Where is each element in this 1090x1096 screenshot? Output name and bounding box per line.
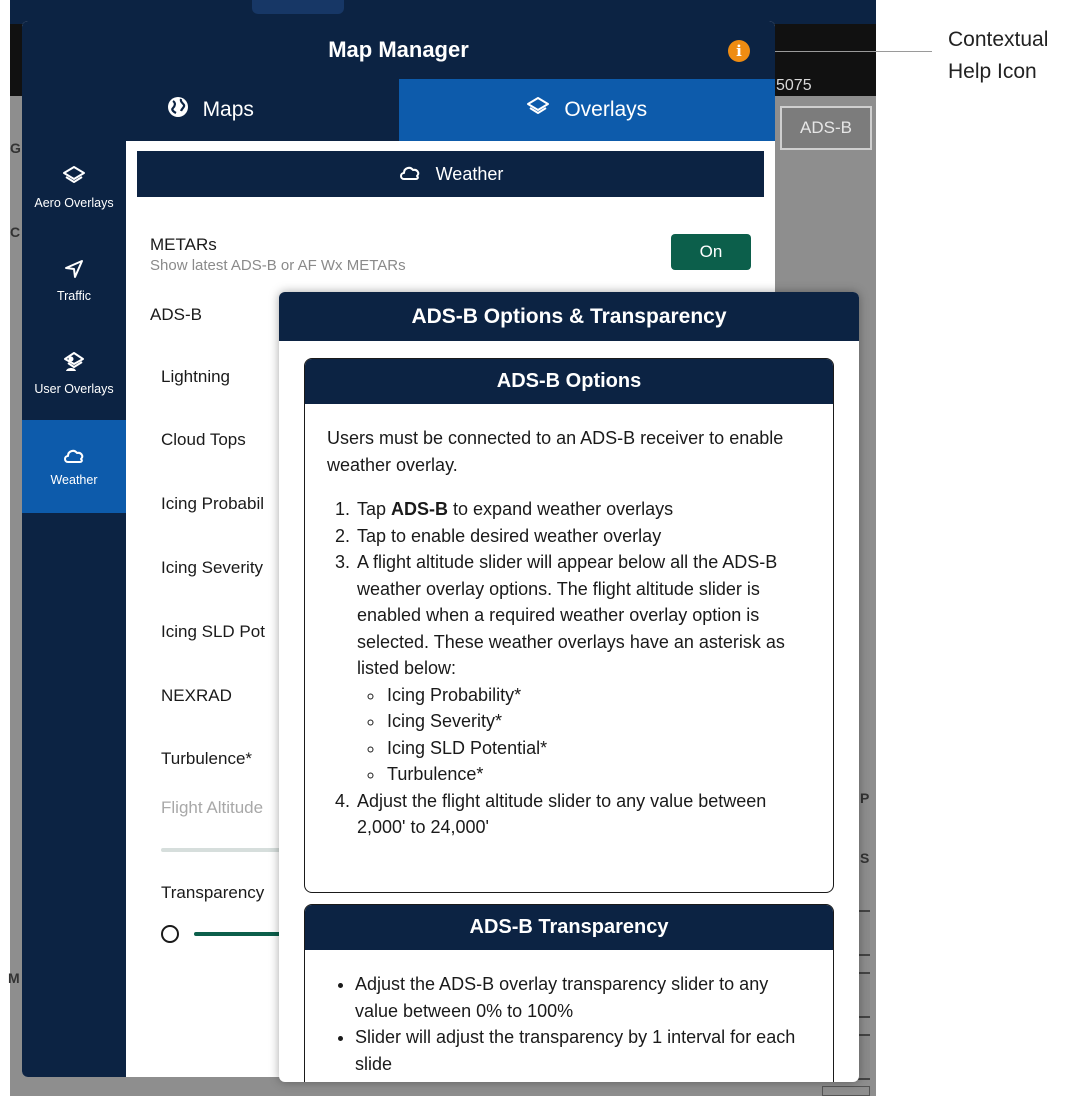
overlay-icing-sld[interactable]: Icing SLD Pot xyxy=(161,622,265,642)
tab-maps-label: Maps xyxy=(202,98,254,121)
navigation-arrow-icon xyxy=(63,258,85,283)
sidebar-item-label: User Overlays xyxy=(34,382,114,396)
flight-altitude-label: Flight Altitude xyxy=(161,798,264,817)
callout-leader-line xyxy=(758,51,932,52)
sidebar-item-label: Traffic xyxy=(56,289,92,303)
step-item: Tap to enable desired weather overlay xyxy=(355,523,813,550)
transparency-bullets: Adjust the ADS-B overlay transparency sl… xyxy=(355,971,813,1077)
adsb-transparency-body: Adjust the ADS-B overlay transparency sl… xyxy=(305,950,833,1077)
overlay-turbulence[interactable]: Turbulence* xyxy=(161,749,252,769)
asterisk-overlay-list: Icing Probability* Icing Severity* Icing… xyxy=(385,682,813,788)
layers-icon xyxy=(62,165,86,190)
cloud-icon xyxy=(398,163,422,186)
map-bottom-box xyxy=(822,1086,870,1096)
step-item: Adjust the flight altitude slider to any… xyxy=(355,788,813,841)
sidebar-item-label: Aero Overlays xyxy=(34,196,114,210)
sidebar-item-traffic[interactable]: Traffic xyxy=(22,234,126,327)
metars-toggle[interactable]: On xyxy=(671,234,751,270)
tab-maps[interactable]: Maps xyxy=(22,79,399,141)
screenshot-stage: 5075 ADS-B G C M P S Contextual Help Ico… xyxy=(0,0,1090,1096)
map-manager-sidebar: Aero Overlays Traffic User Overlays Weat… xyxy=(22,141,126,1077)
list-item: Turbulence* xyxy=(385,761,813,788)
help-dialog-title: ADS-B Options & Transparency xyxy=(279,292,859,341)
adsb-transparency-title: ADS-B Transparency xyxy=(305,905,833,950)
map-manager-title: Map Manager xyxy=(328,37,469,62)
map-edge-glyph: M xyxy=(8,970,20,986)
map-edge-glyph: S xyxy=(860,850,870,866)
adsb-options-title: ADS-B Options xyxy=(305,359,833,404)
tab-overlays[interactable]: Overlays xyxy=(398,79,775,141)
sidebar-item-label: Weather xyxy=(50,473,98,487)
metars-title: METARs xyxy=(150,235,217,254)
overlay-cloud-tops[interactable]: Cloud Tops xyxy=(161,430,246,450)
callout-label: Contextual Help Icon xyxy=(948,24,1088,88)
tab-overlays-label: Overlays xyxy=(564,98,648,121)
map-manager-tabs: Maps Overlays xyxy=(22,79,775,141)
adsb-options-intro: Users must be connected to an ADS-B rece… xyxy=(327,428,784,475)
cloud-icon xyxy=(62,446,86,467)
layers-icon xyxy=(526,96,550,124)
list-item: Icing Severity* xyxy=(385,708,813,735)
map-adsb-button[interactable]: ADS-B xyxy=(780,106,872,150)
altitude-readout: 5075 xyxy=(776,77,812,94)
map-top-tab[interactable] xyxy=(252,0,344,14)
overlay-icing-severity[interactable]: Icing Severity xyxy=(161,558,263,578)
sidebar-item-user-overlays[interactable]: User Overlays xyxy=(22,327,126,420)
map-edge-glyph: P xyxy=(860,790,870,806)
callout-label-line2: Help Icon xyxy=(948,60,1037,83)
adsb-transparency-card: ADS-B Transparency Adjust the ADS-B over… xyxy=(304,904,834,1082)
transparency-slider-thumb[interactable] xyxy=(161,925,179,943)
list-item: Icing SLD Potential* xyxy=(385,735,813,762)
map-edge-glyph: G xyxy=(10,140,21,156)
weather-section-header: Weather xyxy=(137,151,764,197)
list-item: Icing Probability* xyxy=(385,682,813,709)
list-item: Slider will adjust the transparency by 1… xyxy=(355,1024,813,1077)
step-item: Tap ADS-B to expand weather overlays xyxy=(355,496,813,523)
overlay-lightning[interactable]: Lightning xyxy=(161,367,230,387)
globe-icon xyxy=(167,96,189,124)
sidebar-item-aero-overlays[interactable]: Aero Overlays xyxy=(22,141,126,234)
overlay-nexrad[interactable]: NEXRAD xyxy=(161,686,232,706)
callout-label-line1: Contextual xyxy=(948,28,1049,51)
adsb-title: ADS-B xyxy=(150,305,202,324)
sidebar-item-weather[interactable]: Weather xyxy=(22,420,126,513)
map-manager-header: Map Manager xyxy=(22,21,775,79)
help-dialog: ADS-B Options & Transparency ADS-B Optio… xyxy=(279,292,859,1082)
overlay-icing-probability[interactable]: Icing Probabil xyxy=(161,494,264,514)
weather-section-title: Weather xyxy=(435,163,504,184)
contextual-help-icon[interactable]: i xyxy=(728,40,750,62)
adsb-options-steps: Tap ADS-B to expand weather overlays Tap… xyxy=(355,496,813,841)
transparency-label: Transparency xyxy=(161,883,265,902)
step-item: A flight altitude slider will appear bel… xyxy=(355,549,813,788)
list-item: Adjust the ADS-B overlay transparency sl… xyxy=(355,971,813,1024)
user-layers-icon xyxy=(62,351,86,376)
adsb-options-body: Users must be connected to an ADS-B rece… xyxy=(305,404,833,841)
map-edge-glyph: C xyxy=(10,224,21,240)
metars-subtitle: Show latest ADS-B or AF Wx METARs xyxy=(150,257,406,274)
adsb-options-card: ADS-B Options Users must be connected to… xyxy=(304,358,834,893)
